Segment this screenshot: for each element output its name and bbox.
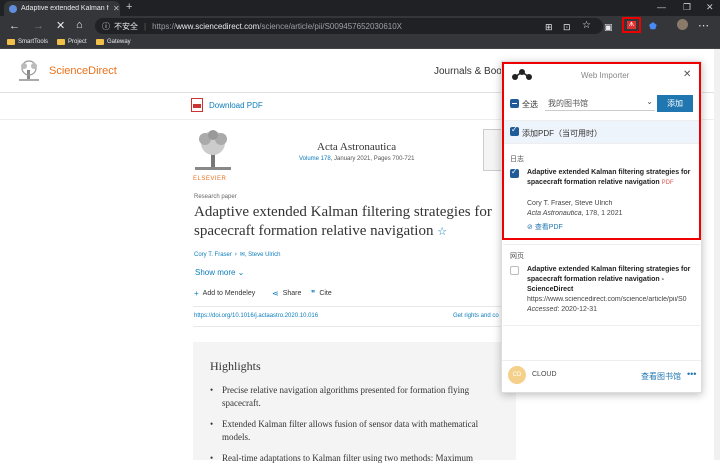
publisher-name: ELSEVIER xyxy=(193,176,227,182)
forward-button[interactable]: → xyxy=(33,20,44,32)
close-tab-icon[interactable]: ✕ xyxy=(113,4,120,13)
library-selected-value: 我的图书馆 xyxy=(548,99,588,108)
new-tab-button[interactable]: + xyxy=(126,1,132,13)
maximize-icon[interactable]: ❐ xyxy=(683,2,691,13)
tab-title: Adaptive extended Kalman filte xyxy=(21,5,109,12)
extension-icon[interactable]: ▣ xyxy=(604,21,613,33)
close-importer-icon[interactable]: ✕ xyxy=(683,69,691,80)
item-accessed: Accessed: 2020-12-31 xyxy=(527,306,598,313)
omnibox-separator: | xyxy=(144,21,147,31)
journals-books-link[interactable]: Journals & Book xyxy=(434,66,507,77)
doi-link[interactable]: https://doi.org/10.1016/j.actaastro.2020… xyxy=(194,313,318,319)
bookmark-project[interactable]: Project xyxy=(57,39,87,45)
section-web-label: 网页 xyxy=(510,253,524,260)
section-journal-label: 日志 xyxy=(510,156,524,163)
article-type: Research paper xyxy=(194,194,237,200)
stop-reload-button[interactable]: ✕ xyxy=(56,20,65,32)
share-icon: ⋖ xyxy=(272,289,279,298)
bookmark-smarttools[interactable]: SmartTools xyxy=(7,39,48,45)
tab-favicon-icon xyxy=(9,4,17,13)
select-all-label[interactable]: 全选 xyxy=(522,99,538,110)
bookmark-star-icon[interactable]: ☆ xyxy=(582,20,591,32)
highlight-item: • Extended Kalman filter allows fusion of… xyxy=(210,419,479,442)
cite-button[interactable]: ❞ Cite xyxy=(311,289,332,298)
add-to-mendeley-button[interactable]: + Add to Mendeley xyxy=(194,289,255,298)
bookmark-gateway[interactable]: Gateway xyxy=(96,39,131,45)
pdf-badge: PDF xyxy=(661,180,674,186)
share-button[interactable]: ⋖ Share xyxy=(272,289,301,298)
highlights-heading: Highlights xyxy=(210,359,261,373)
download-pdf-link[interactable]: Download PDF xyxy=(209,101,263,110)
view-library-link[interactable]: 查看图书馆 xyxy=(641,371,681,382)
highlight-item: • Real-time adaptations to Kalman filter … xyxy=(210,453,473,463)
home-button[interactable]: ⌂ xyxy=(76,19,83,31)
folder-icon xyxy=(57,39,65,45)
url-path: /science/article/pii/S009457652030610X xyxy=(259,21,403,31)
add-pdf-label[interactable]: 添加PDF（当可用时） xyxy=(522,128,602,139)
cloud-avatar: CD xyxy=(508,366,526,384)
item-title: Adaptive extended Kalman filtering strat… xyxy=(527,169,691,186)
profile-avatar[interactable] xyxy=(677,19,688,30)
item-citation: Acta Astronautica, 178, 1 2021 xyxy=(527,210,623,217)
elsevier-publisher-logo[interactable] xyxy=(193,129,233,171)
divider xyxy=(503,143,700,144)
link-icon: ⊘ xyxy=(527,224,535,231)
view-pdf-link[interactable]: ⊘ 查看PDF xyxy=(527,222,563,232)
url-prefix: https:// xyxy=(152,21,177,31)
journal-name[interactable]: Acta Astronautica xyxy=(317,141,396,153)
highlight-item: • Precise relative navigation algorithms … xyxy=(210,385,470,408)
show-more-button[interactable]: Show more ⌄ xyxy=(195,268,244,277)
page-scrollbar[interactable] xyxy=(714,49,720,460)
select-all-checkbox[interactable] xyxy=(510,99,519,108)
address-bar[interactable]: ⓘ 不安全 | https:// www.sciencedirect.com /… xyxy=(95,18,603,34)
pdf-icon[interactable] xyxy=(191,98,203,112)
add-pdf-checkbox[interactable] xyxy=(510,125,519,136)
menu-icon[interactable]: ⋯ xyxy=(698,20,709,32)
divider xyxy=(503,244,700,245)
item-checkbox[interactable] xyxy=(510,167,519,178)
folder-icon xyxy=(96,39,104,45)
cloud-label: CLOUD xyxy=(532,371,557,378)
reader-icon[interactable]: ⊡ xyxy=(563,21,571,33)
more-options-icon[interactable]: ••• xyxy=(687,369,696,379)
close-window-icon[interactable]: ✕ xyxy=(706,2,714,13)
importer-title: Web Importer xyxy=(581,71,630,80)
web-importer-icon: ᗑ xyxy=(627,21,636,29)
info-icon[interactable]: ⓘ xyxy=(102,21,110,32)
web-importer-extension-button[interactable]: ᗑ xyxy=(622,17,641,33)
volume-link[interactable]: Volume 178 xyxy=(299,156,331,162)
security-label: 不安全 xyxy=(114,21,138,31)
item-checkbox[interactable] xyxy=(510,266,519,275)
minimize-icon[interactable]: — xyxy=(657,2,666,12)
translate-icon[interactable]: ⊞ xyxy=(545,21,553,33)
library-dropdown[interactable]: 我的图书馆 ⌄ xyxy=(545,95,655,111)
chevron-down-icon: ⌄ xyxy=(646,97,653,106)
elsevier-tree-logo[interactable] xyxy=(16,60,42,82)
plus-icon: + xyxy=(194,289,199,298)
item-url: https://www.sciencedirect.com/science/ar… xyxy=(527,296,687,303)
divider xyxy=(503,325,700,326)
volume-details: , January 2021, Pages 700-721 xyxy=(330,156,415,162)
url-host: www.sciencedirect.com xyxy=(176,21,260,31)
add-button[interactable]: 添加 xyxy=(657,95,693,112)
item-authors: Cory T. Fraser, Steve Ulrich xyxy=(527,200,613,207)
article-title: Adaptive extended Kalman filtering strat… xyxy=(194,204,492,239)
volume-info: Volume 178, January 2021, Pages 700-721 xyxy=(299,156,414,162)
divider xyxy=(193,306,503,307)
item-title: Adaptive extended Kalman filtering strat… xyxy=(527,266,691,293)
author-list[interactable]: Cory T. Fraser ♀ ✉, Steve Ulrich xyxy=(194,251,280,258)
shield-icon[interactable]: ⬟ xyxy=(649,20,657,32)
browser-tab[interactable]: Adaptive extended Kalman filte ✕ xyxy=(4,1,120,16)
get-rights-link[interactable]: Get rights and co xyxy=(453,313,499,319)
sciencedirect-brand[interactable]: ScienceDirect xyxy=(49,65,117,77)
folder-icon xyxy=(7,39,15,45)
mendeley-logo-icon xyxy=(512,69,532,80)
quote-icon: ❞ xyxy=(311,289,316,298)
divider xyxy=(193,326,503,327)
back-button[interactable]: ← xyxy=(9,20,20,32)
favorite-star-icon[interactable]: ☆ xyxy=(437,226,447,238)
